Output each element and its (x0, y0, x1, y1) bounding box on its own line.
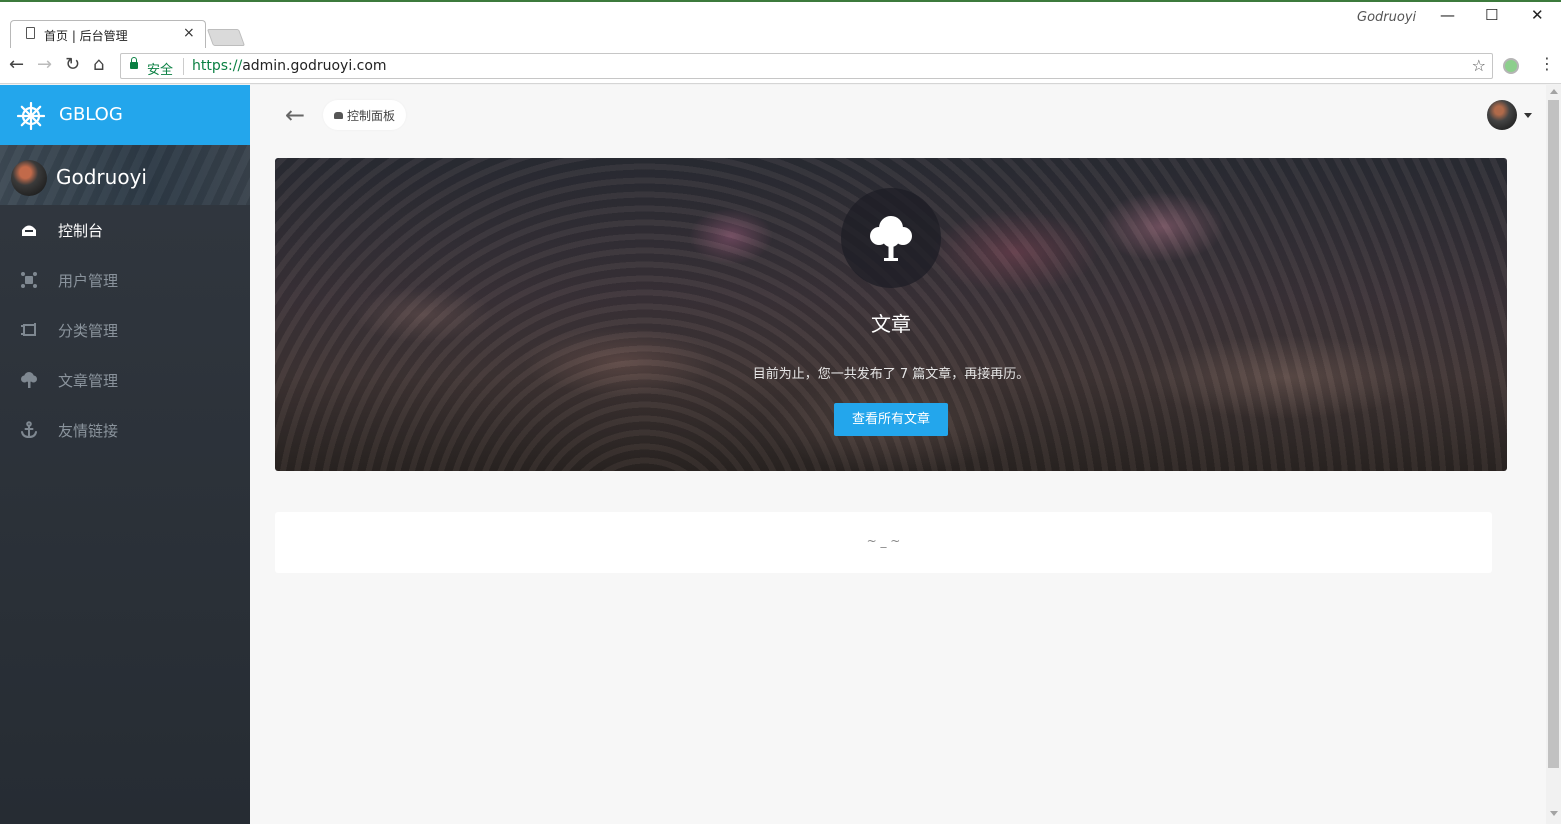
hero-title: 文章 (871, 312, 911, 336)
maximize-button[interactable]: ☐ (1485, 6, 1498, 24)
address-divider (183, 58, 184, 75)
articles-hero-card: 文章 目前为止，您一共发布了 7 篇文章，再接再历。 查看所有文章 (275, 158, 1507, 471)
scroll-thumb[interactable] (1548, 100, 1559, 768)
avatar[interactable] (1487, 100, 1517, 130)
category-icon (20, 321, 38, 339)
window-close-button[interactable]: ✕ (1531, 6, 1544, 24)
address-bar[interactable]: 安全 https://admin.godruoyi.com ☆ (120, 53, 1493, 79)
empty-card: ~ _ ~ (275, 512, 1492, 573)
sidebar-item-label: 友情链接 (58, 422, 119, 440)
sidebar-item-users[interactable]: 用户管理 (0, 255, 250, 305)
users-icon (20, 271, 38, 289)
bookmark-star-icon[interactable]: ☆ (1472, 56, 1486, 75)
sidebar-item-categories[interactable]: 分类管理 (0, 305, 250, 355)
ship-wheel-icon (16, 101, 46, 134)
document-icon (26, 27, 35, 39)
sidebar-item-label: 文章管理 (58, 372, 119, 390)
url-host: admin.godruoyi.com (242, 58, 387, 74)
page-scrollbar[interactable] (1546, 85, 1561, 824)
scroll-down-icon[interactable] (1550, 811, 1558, 816)
avatar (11, 160, 47, 196)
sidebar-item-dashboard[interactable]: 控制台 (0, 205, 250, 255)
scroll-up-icon[interactable] (1550, 89, 1558, 94)
browser-profile-name[interactable]: Godruoyi (1357, 10, 1416, 25)
reload-button[interactable]: ↻ (65, 54, 80, 76)
home-button[interactable]: ⌂ (93, 54, 104, 76)
main-content: ← 控制面板 文章 目前为止，您一共发布了 7 篇文章，再接再历。 查看所有文章… (250, 85, 1546, 824)
minimize-button[interactable]: — (1440, 6, 1455, 24)
breadcrumb-label: 控制面板 (347, 108, 396, 123)
view-all-articles-button[interactable]: 查看所有文章 (834, 403, 948, 436)
dashboard-icon (20, 221, 38, 239)
sidebar-item-label: 控制台 (58, 222, 104, 240)
sidebar-item-links[interactable]: 友情链接 (0, 405, 250, 455)
sidebar-nav: 控制台 用户管理 分类管理 文章管理 友情链接 (0, 205, 250, 455)
tab-close-button[interactable]: × (183, 25, 195, 41)
back-arrow-icon[interactable]: ← (285, 103, 305, 127)
breadcrumb[interactable]: 控制面板 (323, 100, 407, 130)
empty-placeholder-text: ~ _ ~ (866, 534, 901, 548)
lock-icon[interactable] (130, 57, 138, 69)
dashboard-icon (334, 111, 343, 119)
tab-title[interactable]: 首页 | 后台管理 (44, 27, 128, 44)
browser-tab-strip: 首页 | 后台管理 × Godruoyi — ☐ ✕ (0, 0, 1561, 50)
new-tab-button[interactable] (206, 29, 246, 46)
forward-button[interactable]: → (37, 54, 52, 76)
url-text[interactable]: https://admin.godruoyi.com (192, 58, 387, 74)
tree-icon (865, 212, 917, 268)
tree-icon (20, 371, 38, 389)
sidebar-profile[interactable]: Godruoyi (0, 145, 250, 205)
caret-down-icon[interactable] (1524, 113, 1532, 118)
brand-header[interactable]: GBLOG (0, 85, 250, 145)
profile-name: Godruoyi (56, 165, 147, 189)
sidebar-item-articles[interactable]: 文章管理 (0, 355, 250, 405)
brand-name: GBLOG (59, 104, 123, 125)
sidebar-item-label: 用户管理 (58, 272, 119, 290)
back-button[interactable]: ← (9, 54, 24, 76)
browser-toolbar: ← → ↻ ⌂ 安全 https://admin.godruoyi.com ☆ … (0, 48, 1561, 84)
secure-label[interactable]: 安全 (147, 59, 173, 78)
browser-menu-icon[interactable]: ⋮ (1539, 54, 1555, 73)
hero-icon-circle (841, 188, 941, 288)
sidebar: GBLOG Godruoyi 控制台 用户管理 分类管理 文章管理 友情链接 (0, 85, 250, 824)
extension-icon[interactable] (1503, 58, 1519, 74)
url-scheme: https:// (192, 58, 243, 74)
hero-description: 目前为止，您一共发布了 7 篇文章，再接再历。 (752, 367, 1030, 382)
anchor-icon (20, 421, 38, 439)
sidebar-item-label: 分类管理 (58, 322, 119, 340)
